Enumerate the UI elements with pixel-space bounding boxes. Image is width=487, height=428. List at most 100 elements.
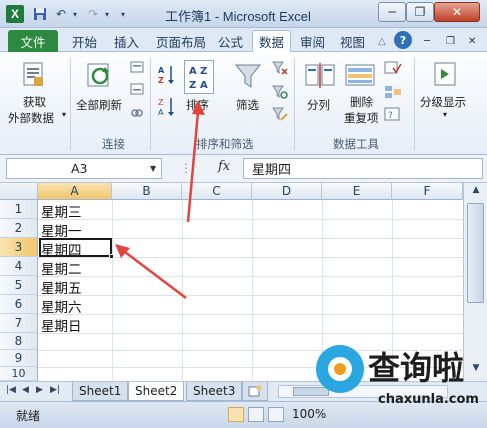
outline-label[interactable]: 分级显示 [420,94,466,110]
row-header[interactable]: 1 [0,200,38,219]
consolidate-icon[interactable] [384,84,402,100]
sort-dialog-icon[interactable]: AZZA [184,60,214,94]
row-header[interactable]: 2 [0,219,38,238]
properties-icon[interactable] [130,82,144,96]
row-header[interactable]: 3 [0,238,38,257]
sheet-tab-3[interactable]: Sheet3 [186,382,243,401]
column-header-a[interactable]: A [38,183,112,200]
insert-function-icon[interactable]: fx [218,159,230,174]
outline-dropdown-icon[interactable]: ▾ [443,110,447,119]
cell-a4[interactable]: 星期二 [41,258,82,278]
ribbon-data-tab: 获取 外部数据 ▾ 全部刷新 连接 AZ ZA AZZA 排序 筛选 排序和筛选 [0,52,487,155]
first-sheet-icon[interactable]: |◀ [6,385,16,395]
svg-text:Z: Z [200,66,207,77]
get-external-data-icon[interactable] [18,60,48,90]
refresh-all-label[interactable]: 全部刷新 [76,97,122,113]
excel-app-icon[interactable]: X [6,5,24,23]
row-header[interactable]: 4 [0,257,38,276]
text-to-columns-label[interactable]: 分列 [307,97,330,113]
tab-page-layout[interactable]: 页面布局 [150,30,212,52]
fill-handle[interactable] [109,254,114,259]
close-button[interactable]: ✕ [434,2,480,22]
save-icon[interactable] [32,6,48,22]
cell-a6[interactable]: 星期六 [41,296,82,316]
name-box-dropdown-icon[interactable]: ▼ [150,164,156,173]
tab-view[interactable]: 视图 [334,30,371,52]
row-header[interactable]: 6 [0,295,38,314]
zoom-level[interactable]: 100% [292,407,326,421]
tab-data[interactable]: 数据 [252,30,292,52]
minimize-button[interactable]: ─ [378,2,406,22]
remove-duplicates-label-2[interactable]: 重复项 [344,110,379,126]
formula-bar-dots-icon[interactable]: ⋮ [180,161,192,175]
outline-icon[interactable] [432,60,458,88]
column-header-b[interactable]: B [112,183,182,200]
column-header-d[interactable]: D [252,183,322,200]
get-external-data-label-2[interactable]: 外部数据 [8,110,54,126]
scroll-up-icon[interactable]: ▲ [469,185,483,199]
restore-button[interactable]: ❐ [406,2,434,22]
tab-formulas[interactable]: 公式 [212,30,249,52]
reapply-filter-icon[interactable] [272,84,288,100]
next-sheet-icon[interactable]: ▶ [36,385,43,395]
sheet-tab-2[interactable]: Sheet2 [128,382,185,401]
ribbon-separator [294,58,295,150]
help-icon[interactable]: ? [394,31,412,49]
workbook-close-icon[interactable]: ✕ [462,30,482,52]
tab-home[interactable]: 开始 [66,30,103,52]
last-sheet-icon[interactable]: ▶| [50,385,60,395]
cell-a5[interactable]: 星期五 [41,277,82,297]
workbook-minimize-icon[interactable]: ─ [418,30,436,52]
tab-file[interactable]: 文件 [8,30,58,52]
filter-button-label[interactable]: 筛选 [236,97,259,113]
connections-icon[interactable] [130,60,144,74]
advanced-filter-icon[interactable] [272,106,288,122]
customize-toolbar-icon[interactable]: ▾ [118,6,128,22]
tab-review[interactable]: 审阅 [294,30,331,52]
sheet-tab-1[interactable]: Sheet1 [72,382,129,401]
edit-links-icon[interactable] [130,106,144,120]
row-header[interactable]: 5 [0,276,38,295]
data-validation-icon[interactable] [384,60,402,76]
page-layout-view-icon[interactable] [248,407,264,422]
row-header[interactable]: 7 [0,314,38,333]
sort-descending-icon[interactable]: ZA [158,96,176,118]
what-if-analysis-icon[interactable]: ? [384,106,402,122]
sort-ascending-icon[interactable]: AZ [158,64,176,86]
prev-sheet-icon[interactable]: ◀ [22,385,29,395]
grid-line [252,200,253,381]
svg-text:A: A [200,80,208,91]
workbook-restore-icon[interactable]: ❐ [440,30,461,52]
redo-icon[interactable]: ↷ [86,6,100,22]
cell-a1[interactable]: 星期三 [41,201,82,221]
sort-button-label[interactable]: 排序 [186,97,209,113]
row-header[interactable]: 9 [0,350,38,367]
clear-filter-icon[interactable] [272,60,288,76]
insert-sheet-icon[interactable] [242,382,268,401]
minimize-ribbon-icon[interactable]: △ [372,30,392,52]
column-header-c[interactable]: C [182,183,252,200]
cell-a2[interactable]: 星期一 [41,220,82,240]
column-header-f[interactable]: F [392,183,463,200]
page-break-view-icon[interactable] [268,407,284,422]
name-box[interactable]: A3 [6,158,162,179]
column-header-e[interactable]: E [322,183,392,200]
get-external-data-dropdown-icon[interactable]: ▾ [62,110,66,119]
refresh-all-icon[interactable] [84,60,114,90]
row-header[interactable]: 8 [0,333,38,350]
filter-icon[interactable] [232,60,264,92]
cell-a7[interactable]: 星期日 [41,315,82,335]
text-to-columns-icon[interactable] [304,60,336,92]
undo-dropdown-icon[interactable]: ▾ [70,6,80,22]
undo-icon[interactable]: ↶ [54,6,68,22]
remove-duplicates-icon[interactable] [344,60,376,92]
select-all-corner[interactable] [0,183,38,200]
tab-insert[interactable]: 插入 [108,30,145,52]
scroll-thumb[interactable] [467,203,484,303]
row-header[interactable]: 10 [0,367,38,381]
sort-filter-group-label: 排序和筛选 [196,137,254,151]
connections-group-label: 连接 [102,137,125,151]
normal-view-icon[interactable] [228,407,244,422]
formula-input[interactable]: 星期四 [243,158,483,179]
redo-dropdown-icon[interactable]: ▾ [102,6,112,22]
